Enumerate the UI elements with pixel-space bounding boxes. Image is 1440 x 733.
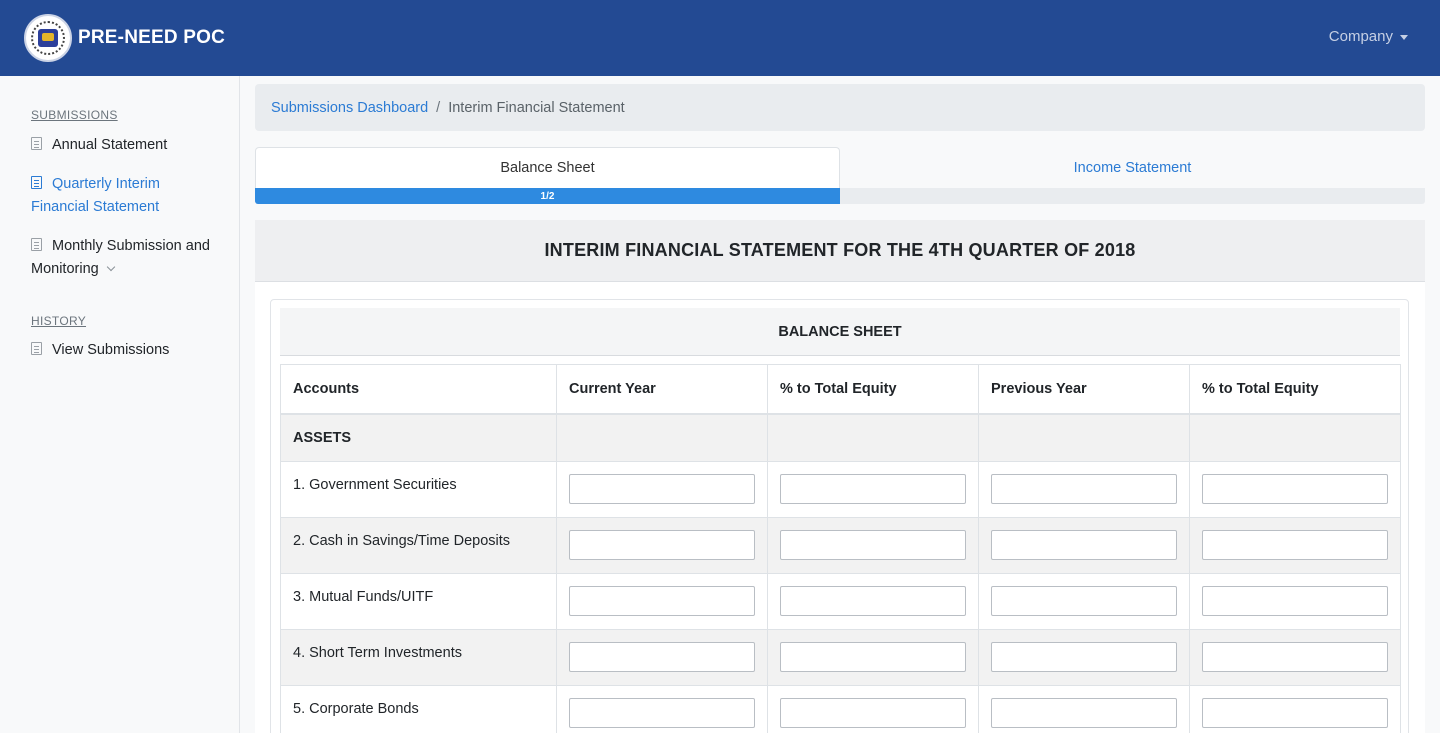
column-header-previous-year: Previous Year: [978, 364, 1190, 415]
sidebar-item-label: View Submissions: [52, 342, 170, 358]
current-equity-pct-input[interactable]: [780, 586, 966, 616]
current-year-input[interactable]: [569, 698, 755, 728]
sidebar-item-monthly-submission[interactable]: Monthly Submission and Monitoring: [31, 235, 221, 281]
table-row: 2. Cash in Savings/Time Deposits: [280, 517, 1401, 574]
account-label: 3. Mutual Funds/UITF: [280, 573, 557, 630]
previous-year-input[interactable]: [991, 474, 1177, 504]
table-row: 1. Government Securities: [280, 461, 1401, 518]
tab-income-statement[interactable]: Income Statement: [840, 147, 1425, 188]
balance-sheet-table: Accounts Current Year % to Total Equity …: [280, 364, 1401, 733]
sidebar-item-annual-statement[interactable]: Annual Statement: [31, 134, 221, 157]
sidebar-item-label: Annual Statement: [52, 137, 168, 153]
table-row: 3. Mutual Funds/UITF: [280, 573, 1401, 630]
account-label: 5. Corporate Bonds: [280, 685, 557, 733]
previous-equity-pct-input[interactable]: [1202, 530, 1388, 560]
chevron-down-icon: [106, 262, 115, 272]
current-equity-pct-input[interactable]: [780, 474, 966, 504]
group-label: ASSETS: [280, 413, 557, 462]
previous-equity-pct-input[interactable]: [1202, 642, 1388, 672]
account-label: 4. Short Term Investments: [280, 629, 557, 686]
group-row-assets: ASSETS: [280, 413, 1401, 462]
table-row: 4. Short Term Investments: [280, 629, 1401, 686]
sidebar-heading-history: HISTORY: [31, 314, 87, 328]
current-year-input[interactable]: [569, 474, 755, 504]
table-header-row: Accounts Current Year % to Total Equity …: [280, 364, 1401, 415]
current-year-input[interactable]: [569, 530, 755, 560]
current-equity-pct-input[interactable]: [780, 530, 966, 560]
column-header-previous-equity-pct: % to Total Equity: [1189, 364, 1401, 415]
progress-bar: 1/2: [255, 188, 840, 204]
tab-balance-sheet[interactable]: Balance Sheet: [255, 147, 840, 188]
previous-year-input[interactable]: [991, 530, 1177, 560]
document-icon: [31, 342, 42, 355]
sidebar-item-label: Monthly Submission and Monitoring: [31, 238, 210, 277]
sidebar: SUBMISSIONS Annual Statement Quarterly I…: [0, 76, 240, 733]
brand-title: PRE-NEED POC: [78, 27, 226, 48]
breadcrumb-link-dashboard[interactable]: Submissions Dashboard: [271, 100, 428, 116]
top-navbar: PRE-NEED POC Company: [0, 0, 1440, 76]
previous-equity-pct-input[interactable]: [1202, 474, 1388, 504]
previous-year-input[interactable]: [991, 586, 1177, 616]
document-icon: [31, 238, 42, 251]
sidebar-heading-submissions: SUBMISSIONS: [31, 108, 118, 122]
balance-sheet-panel: BALANCE SHEET Accounts Current Year % to…: [270, 299, 1409, 733]
current-year-input[interactable]: [569, 642, 755, 672]
page-title: INTERIM FINANCIAL STATEMENT FOR THE 4TH …: [255, 220, 1425, 282]
sidebar-item-quarterly-interim[interactable]: Quarterly Interim Financial Statement: [31, 173, 221, 219]
section-title: BALANCE SHEET: [280, 308, 1400, 356]
column-header-current-year: Current Year: [556, 364, 768, 415]
account-label: 1. Government Securities: [280, 461, 557, 518]
statement-tabs: Balance Sheet Income Statement: [255, 147, 1425, 188]
previous-equity-pct-input[interactable]: [1202, 698, 1388, 728]
sidebar-item-label: Quarterly Interim Financial Statement: [31, 176, 160, 215]
seal-logo-icon: [24, 14, 72, 62]
company-dropdown[interactable]: Company: [1329, 28, 1408, 45]
previous-year-input[interactable]: [991, 698, 1177, 728]
current-year-input[interactable]: [569, 586, 755, 616]
brand-link[interactable]: PRE-NEED POC: [24, 14, 225, 62]
column-header-current-equity-pct: % to Total Equity: [767, 364, 979, 415]
caret-down-icon: [1400, 34, 1408, 40]
breadcrumb-current: Interim Financial Statement: [448, 99, 625, 116]
breadcrumb: Submissions Dashboard / Interim Financia…: [255, 84, 1425, 131]
progress-track: 1/2: [255, 188, 1425, 204]
column-header-accounts: Accounts: [280, 364, 557, 415]
account-label: 2. Cash in Savings/Time Deposits: [280, 517, 557, 574]
breadcrumb-separator: /: [436, 99, 441, 116]
previous-year-input[interactable]: [991, 642, 1177, 672]
current-equity-pct-input[interactable]: [780, 642, 966, 672]
document-icon: [31, 176, 42, 189]
previous-equity-pct-input[interactable]: [1202, 586, 1388, 616]
current-equity-pct-input[interactable]: [780, 698, 966, 728]
company-label: Company: [1328, 28, 1393, 45]
table-row: 5. Corporate Bonds: [280, 685, 1401, 733]
document-icon: [31, 137, 42, 150]
statement-card: INTERIM FINANCIAL STATEMENT FOR THE 4TH …: [255, 220, 1425, 733]
sidebar-item-view-submissions[interactable]: View Submissions: [31, 339, 221, 362]
